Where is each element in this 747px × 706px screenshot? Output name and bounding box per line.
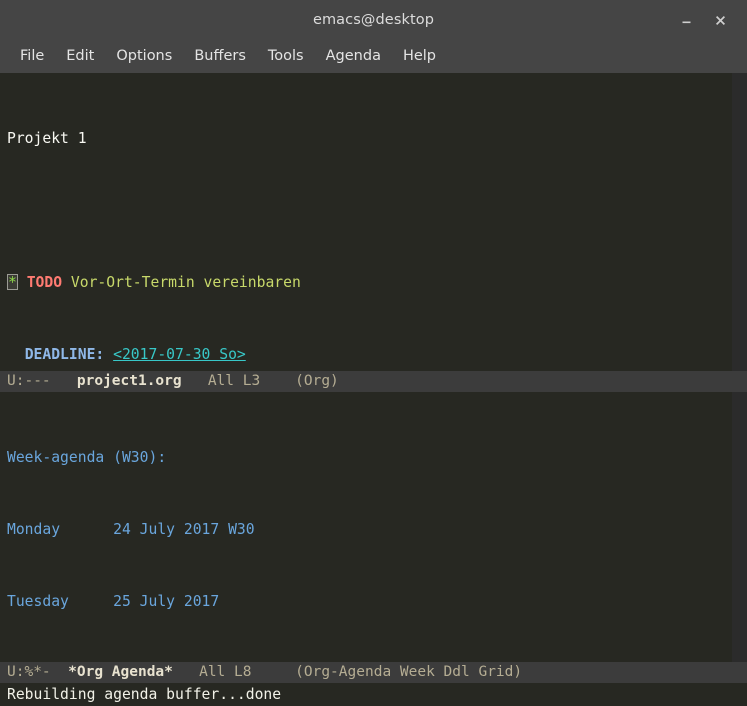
org-line-todo-1[interactable]: * TODO Vor-Ort-Termin vereinbaren: [7, 274, 732, 292]
org-file-window[interactable]: Projekt 1 * TODO Vor-Ort-Termin vereinba…: [0, 73, 747, 371]
modeline-position: All L3: [207, 373, 261, 389]
agenda-day-date: 24 July 2017 W30: [113, 521, 255, 538]
org-agenda-window[interactable]: Week-agenda (W30): Monday 24 July 2017 W…: [0, 392, 747, 662]
emacs-frame-body: Projekt 1 * TODO Vor-Ort-Termin vereinba…: [0, 73, 747, 683]
menu-item-tools[interactable]: Tools: [257, 46, 315, 67]
window-controls: [669, 0, 737, 40]
agenda-day-row[interactable]: Monday 24 July 2017 W30: [7, 521, 732, 539]
todo-keyword[interactable]: TODO: [27, 274, 62, 291]
org-line-blank: [7, 202, 732, 220]
org-agenda-text-area[interactable]: Week-agenda (W30): Monday 24 July 2017 W…: [7, 392, 732, 662]
menu-item-options[interactable]: Options: [105, 46, 183, 67]
menu-item-file[interactable]: File: [9, 46, 55, 67]
menu-item-buffers[interactable]: Buffers: [183, 46, 257, 67]
org-line-title: Projekt 1: [7, 130, 732, 148]
minimize-icon: [682, 21, 690, 23]
left-fringe: [0, 392, 7, 662]
pad: [69, 593, 113, 610]
agenda-day-name: Tuesday: [7, 593, 69, 610]
headline-text: Vor-Ort-Termin vereinbaren: [70, 274, 301, 291]
menu-item-agenda[interactable]: Agenda: [315, 46, 392, 67]
point-cursor: *: [7, 274, 18, 291]
modeline-org-agenda[interactable]: U:%*- *Org Agenda* All L8 (Org-Agenda We…: [0, 662, 747, 683]
minimize-button[interactable]: [669, 0, 703, 40]
echo-area[interactable]: Rebuilding agenda buffer...done: [0, 683, 747, 706]
emacs-window: emacs@desktop File Edit Options Buffers …: [0, 0, 747, 706]
modeline-flags: U:%*-: [7, 664, 51, 680]
org-file-text-area[interactable]: Projekt 1 * TODO Vor-Ort-Termin vereinba…: [7, 73, 732, 371]
menu-bar: File Edit Options Buffers Tools Agenda H…: [0, 40, 747, 73]
agenda-day-name: Monday: [7, 521, 61, 538]
title-bar: emacs@desktop: [0, 0, 747, 40]
agenda-header: Week-agenda (W30):: [7, 449, 732, 467]
close-button[interactable]: [703, 0, 737, 40]
modeline-major-mode[interactable]: (Org): [295, 373, 339, 389]
pad: [60, 521, 113, 538]
modeline-flags: U:---: [7, 373, 51, 389]
modeline-buffer-name[interactable]: project1.org: [77, 373, 182, 389]
modeline-org-file[interactable]: U:--- project1.org All L3 (Org): [0, 371, 747, 392]
agenda-day-row[interactable]: Tuesday 25 July 2017: [7, 593, 732, 611]
echo-message: Rebuilding agenda buffer...done: [7, 686, 282, 703]
agenda-day-date: 25 July 2017: [113, 593, 220, 610]
org-line-deadline[interactable]: DEADLINE: <2017-07-30 So>: [7, 346, 732, 364]
menu-item-edit[interactable]: Edit: [55, 46, 105, 67]
left-fringe: [0, 73, 7, 371]
right-fringe-scrollbar[interactable]: [732, 73, 747, 371]
menu-item-help[interactable]: Help: [392, 46, 447, 67]
deadline-label: DEADLINE:: [24, 346, 105, 363]
close-icon: [715, 15, 725, 25]
agenda-header-text: Week-agenda (W30):: [7, 449, 167, 466]
modeline-buffer-name[interactable]: *Org Agenda*: [68, 664, 173, 680]
modeline-major-mode[interactable]: (Org-Agenda Week Ddl Grid): [295, 664, 522, 680]
modeline-position: All L8: [199, 664, 252, 680]
org-title-text: Projekt 1: [7, 130, 87, 147]
right-fringe-scrollbar[interactable]: [732, 392, 747, 662]
window-title: emacs@desktop: [312, 12, 435, 28]
deadline-timestamp[interactable]: <2017-07-30 So>: [113, 346, 246, 363]
